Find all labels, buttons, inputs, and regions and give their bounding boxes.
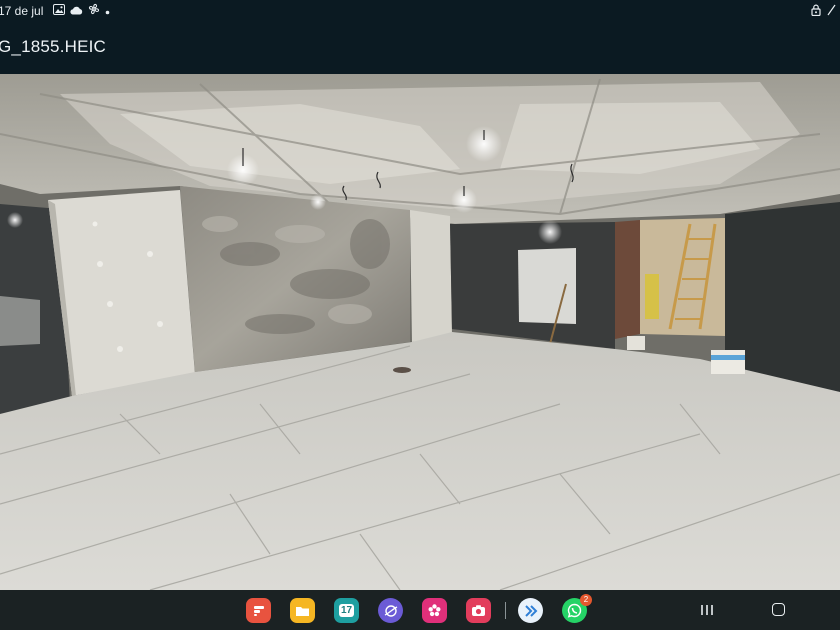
cloud-icon [70, 4, 83, 18]
gallery-icon [53, 3, 65, 18]
status-notification-icons [53, 3, 110, 18]
status-system-icons [811, 4, 836, 19]
taskbar-divider [505, 602, 506, 619]
forward-app-icon[interactable] [518, 598, 543, 623]
files-app-icon[interactable] [290, 598, 315, 623]
calendar-app-icon[interactable]: 17 [334, 598, 359, 623]
file-title: G_1855.HEIC [0, 37, 107, 56]
notes-app-icon[interactable] [246, 598, 271, 623]
status-date: 17 de jul [0, 4, 44, 18]
photo-viewer[interactable] [0, 74, 840, 590]
signal-off-icon [827, 4, 836, 19]
home-button[interactable] [772, 603, 785, 616]
browser-app-icon[interactable] [378, 598, 403, 623]
whatsapp-badge: 2 [580, 594, 592, 606]
blossom-app-icon[interactable] [422, 598, 447, 623]
calendar-day-label: 17 [338, 604, 355, 617]
camera-app-icon[interactable] [466, 598, 491, 623]
fan-icon [88, 3, 100, 18]
dot-icon [105, 4, 110, 18]
recents-button[interactable] [700, 603, 714, 617]
lock-icon [811, 4, 821, 19]
status-bar: 17 de jul [0, 0, 840, 22]
room-photo [0, 74, 840, 590]
title-bar: G_1855.HEIC [0, 22, 840, 74]
taskbar: 17 2 [0, 590, 840, 630]
